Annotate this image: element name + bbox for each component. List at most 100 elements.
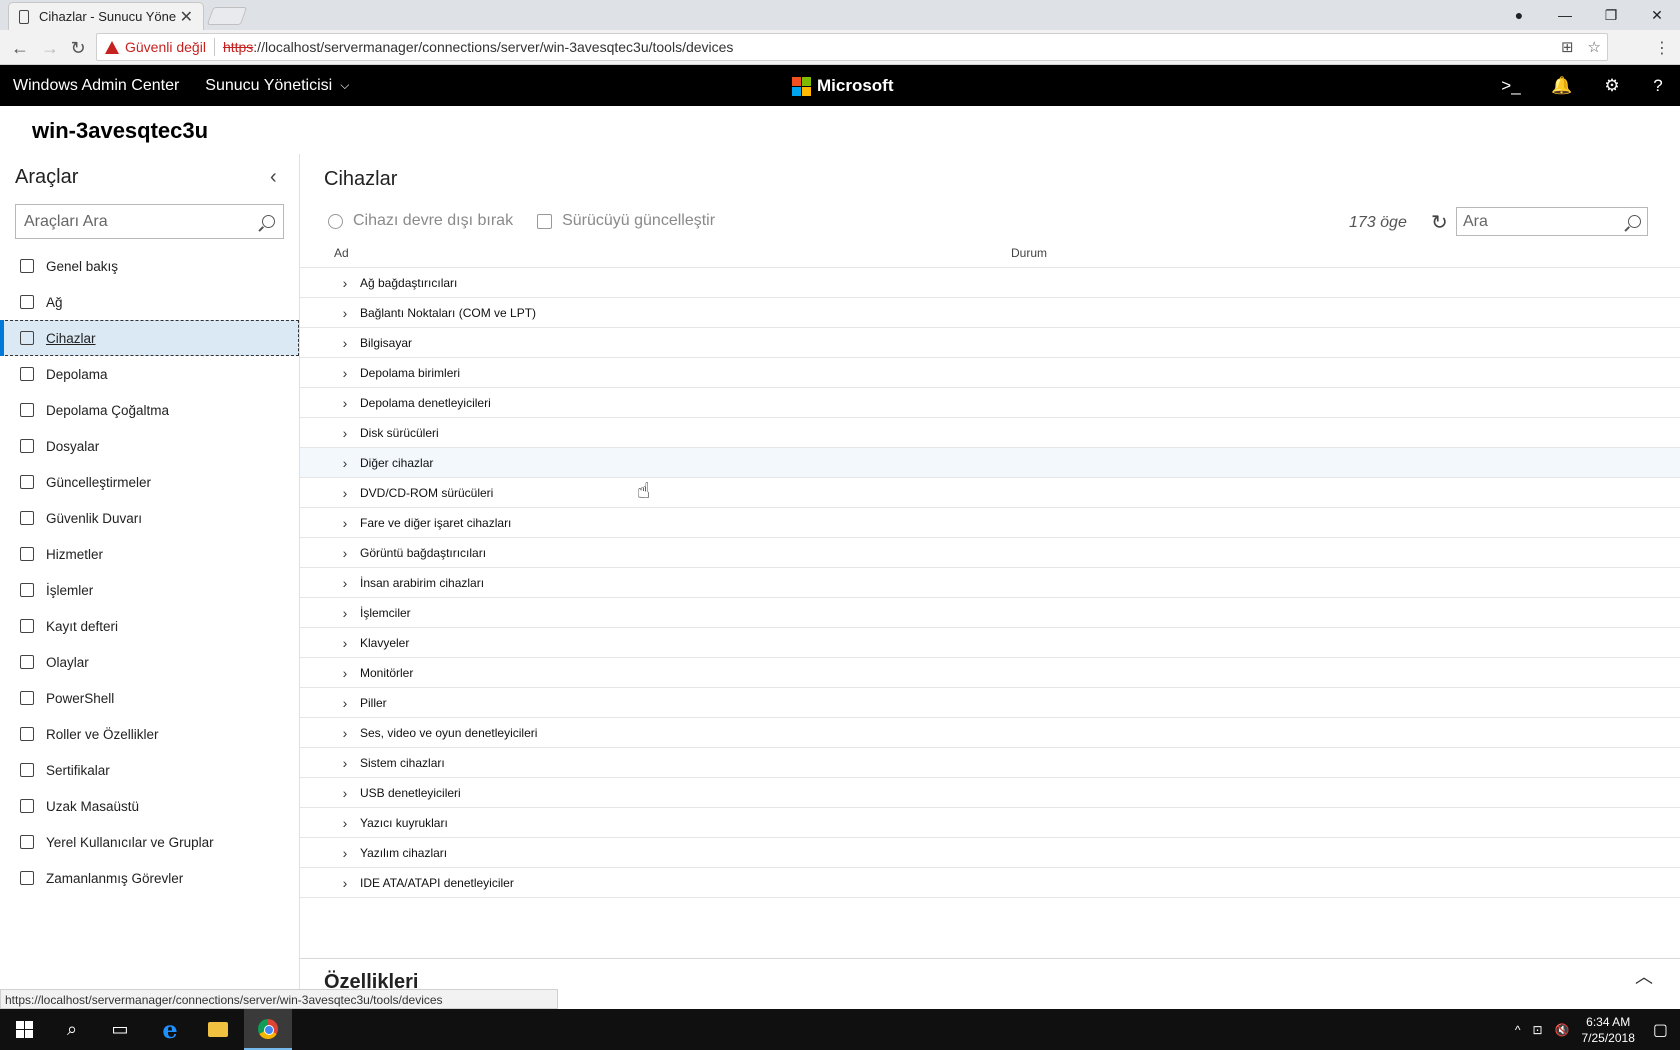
bookmark-star-icon[interactable]: ☆	[1588, 38, 1601, 56]
security-indicator[interactable]: Güvenli değil	[125, 39, 206, 55]
table-row[interactable]: › Sistem cihazları	[300, 748, 1680, 778]
table-row[interactable]: › İnsan arabirim cihazları	[300, 568, 1680, 598]
chevron-right-icon[interactable]: ›	[338, 665, 352, 681]
sidebar-item[interactable]: Kayıt defteri	[0, 608, 299, 644]
sidebar-item[interactable]: Uzak Masaüstü	[0, 788, 299, 824]
settings-gear-icon[interactable]: ⚙	[1592, 65, 1632, 106]
chevron-right-icon[interactable]: ›	[338, 365, 352, 381]
show-hidden-icons-icon[interactable]: ^	[1515, 1023, 1521, 1037]
sidebar-item[interactable]: Hizmetler	[0, 536, 299, 572]
search-icon[interactable]	[1628, 215, 1641, 228]
minimize-button[interactable]: —	[1542, 0, 1588, 30]
table-row[interactable]: › Piller	[300, 688, 1680, 718]
chevron-right-icon[interactable]: ›	[338, 635, 352, 651]
tool-switcher[interactable]: Sunucu Yöneticisi ⌵	[205, 77, 349, 95]
chevron-right-icon[interactable]: ›	[338, 755, 352, 771]
table-row[interactable]: › Disk sürücüleri	[300, 418, 1680, 448]
volume-muted-icon[interactable]: 🔇	[1555, 1023, 1570, 1037]
chevron-right-icon[interactable]: ›	[338, 545, 352, 561]
sidebar-item[interactable]: Sertifikalar	[0, 752, 299, 788]
restore-button[interactable]: ❐	[1588, 0, 1634, 30]
chevron-right-icon[interactable]: ›	[338, 815, 352, 831]
chevron-right-icon[interactable]: ›	[338, 845, 352, 861]
table-row[interactable]: › USB denetleyicileri	[300, 778, 1680, 808]
sidebar-item[interactable]: Cihazlar	[0, 320, 299, 356]
clock[interactable]: 6:34 AM 7/25/2018	[1581, 1014, 1634, 1046]
internet-explorer-icon[interactable]: e	[146, 1009, 194, 1050]
tools-search-input[interactable]: Araçları Ara	[15, 204, 284, 239]
close-window-button[interactable]: ✕	[1634, 0, 1680, 30]
sidebar-item[interactable]: PowerShell	[0, 680, 299, 716]
chevron-right-icon[interactable]: ›	[338, 425, 352, 441]
search-taskbar-icon[interactable]: ⌕	[48, 1009, 96, 1050]
device-search-input[interactable]: Ara	[1456, 207, 1648, 236]
table-row[interactable]: › Yazıcı kuyrukları	[300, 808, 1680, 838]
column-header-status[interactable]: Durum	[1011, 246, 1047, 260]
table-row[interactable]: › Fare ve diğer işaret cihazları	[300, 508, 1680, 538]
table-row[interactable]: › Görüntü bağdaştırıcıları	[300, 538, 1680, 568]
table-row[interactable]: › DVD/CD-ROM sürücüleri	[300, 478, 1680, 508]
chevron-right-icon[interactable]: ›	[338, 305, 352, 321]
chevron-right-icon[interactable]: ›	[338, 395, 352, 411]
table-row[interactable]: › Depolama denetleyicileri	[300, 388, 1680, 418]
collapse-sidebar-icon[interactable]: ‹	[270, 166, 277, 189]
table-row[interactable]: › İşlemciler	[300, 598, 1680, 628]
chevron-right-icon[interactable]: ›	[338, 695, 352, 711]
chevron-right-icon[interactable]: ›	[338, 785, 352, 801]
table-row[interactable]: › IDE ATA/ATAPI denetleyiciler	[300, 868, 1680, 898]
table-row[interactable]: › Diğer cihazlar	[300, 448, 1680, 478]
reload-icon[interactable]: ↻	[66, 36, 90, 60]
new-tab-button[interactable]	[206, 7, 248, 25]
chevron-right-icon[interactable]: ›	[338, 575, 352, 591]
search-icon[interactable]	[262, 215, 275, 228]
notifications-bell-icon[interactable]: 🔔	[1542, 65, 1582, 106]
sidebar-item[interactable]: Güncelleştirmeler	[0, 464, 299, 500]
sidebar-item[interactable]: Olaylar	[0, 644, 299, 680]
chevron-right-icon[interactable]: ›	[338, 875, 352, 891]
column-header-name[interactable]: Ad	[334, 246, 349, 260]
chevron-right-icon[interactable]: ›	[338, 725, 352, 741]
table-row[interactable]: › Bilgisayar	[300, 328, 1680, 358]
table-row[interactable]: › Klavyeler	[300, 628, 1680, 658]
table-row[interactable]: › Monitörler	[300, 658, 1680, 688]
help-icon[interactable]: ?	[1638, 65, 1678, 106]
browser-tab[interactable]: Cihazlar - Sunucu Yönetic ✕	[8, 2, 204, 30]
table-row[interactable]: › Ağ bağdaştırıcıları	[300, 268, 1680, 298]
back-icon[interactable]: ←	[8, 36, 32, 60]
chevron-right-icon[interactable]: ›	[338, 275, 352, 291]
app-title[interactable]: Windows Admin Center	[13, 77, 179, 95]
start-button[interactable]	[0, 1009, 48, 1050]
file-explorer-icon[interactable]	[194, 1009, 242, 1050]
browser-menu-icon[interactable]: ⋮	[1654, 38, 1670, 58]
task-view-icon[interactable]: ▭	[96, 1009, 144, 1050]
sidebar-item[interactable]: Ağ	[0, 284, 299, 320]
action-center-icon[interactable]: ▢	[1653, 1020, 1668, 1040]
tab-close-icon[interactable]: ✕	[180, 7, 193, 27]
network-tray-icon[interactable]: ⊡	[1532, 1023, 1542, 1037]
refresh-icon[interactable]: ↻	[1431, 210, 1448, 235]
sidebar-item[interactable]: Genel bakış	[0, 248, 299, 284]
sidebar-item[interactable]: Yerel Kullanıcılar ve Gruplar	[0, 824, 299, 860]
sidebar-item[interactable]: Roller ve Özellikler	[0, 716, 299, 752]
sidebar-item[interactable]: Zamanlanmış Görevler	[0, 860, 299, 896]
powershell-console-icon[interactable]: >_	[1491, 65, 1531, 106]
translate-icon[interactable]: ⊞	[1561, 38, 1574, 56]
address-bar[interactable]: Güvenli değil https://localhost/serverma…	[96, 33, 1608, 61]
chevron-right-icon[interactable]: ›	[338, 605, 352, 621]
table-row[interactable]: › Yazılım cihazları	[300, 838, 1680, 868]
sidebar-item[interactable]: Depolama Çoğaltma	[0, 392, 299, 428]
forward-icon[interactable]: →	[38, 36, 62, 60]
table-row[interactable]: › Depolama birimleri	[300, 358, 1680, 388]
chevron-right-icon[interactable]: ›	[338, 515, 352, 531]
chevron-right-icon[interactable]: ›	[338, 335, 352, 351]
sidebar-item[interactable]: İşlemler	[0, 572, 299, 608]
chevron-up-icon[interactable]: ︿	[1635, 963, 1653, 989]
table-row[interactable]: › Ses, video ve oyun denetleyicileri	[300, 718, 1680, 748]
sidebar-item[interactable]: Güvenlik Duvarı	[0, 500, 299, 536]
chevron-right-icon[interactable]: ›	[338, 455, 352, 471]
disable-device-button[interactable]: Cihazı devre dışı bırak	[328, 212, 513, 230]
table-row[interactable]: › Bağlantı Noktaları (COM ve LPT)	[300, 298, 1680, 328]
sidebar-item[interactable]: Dosyalar	[0, 428, 299, 464]
chrome-taskbar-icon[interactable]	[244, 1009, 292, 1050]
profile-icon[interactable]: ●	[1496, 0, 1542, 30]
